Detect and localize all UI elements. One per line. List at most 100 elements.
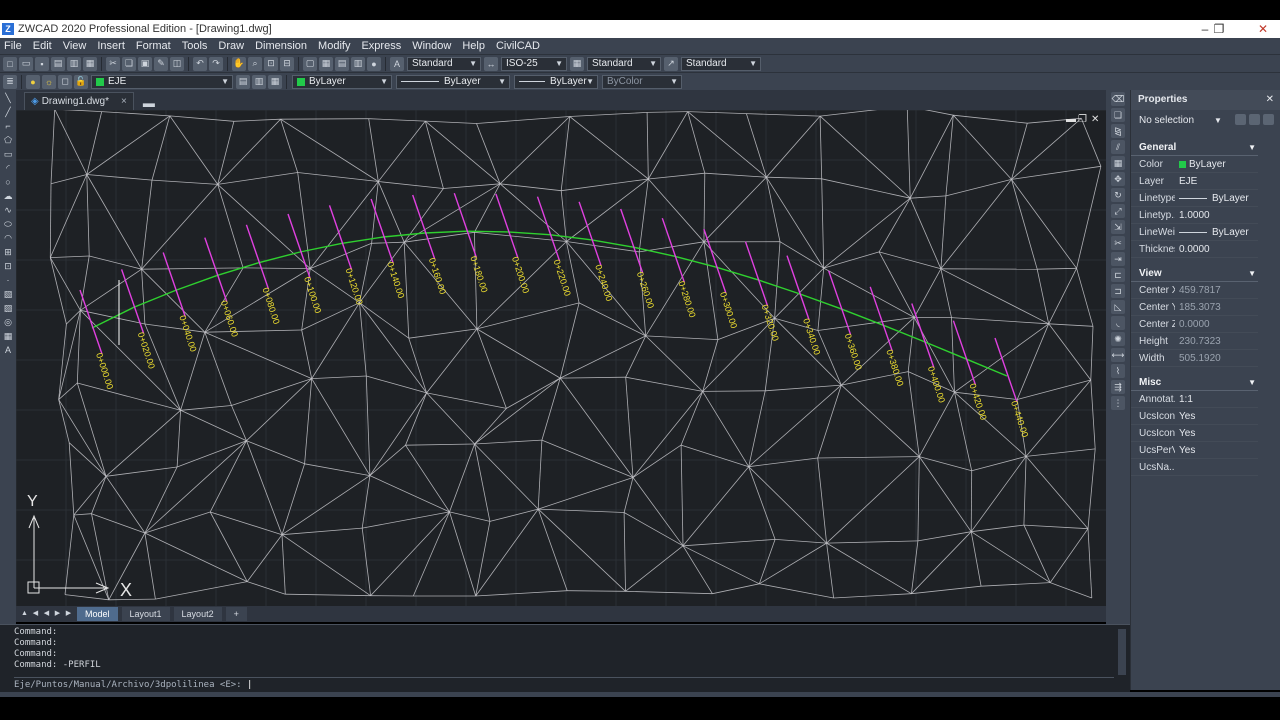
menu-civilcad[interactable]: CivilCAD — [492, 38, 547, 54]
copy-icon[interactable]: ❏ — [122, 56, 136, 71]
scroll-right-icon[interactable]: ▶ — [53, 609, 62, 619]
prop-row-ucs-icon-origin[interactable]: UcsIcon...Yes — [1131, 425, 1258, 442]
menu-file[interactable]: File — [0, 38, 29, 54]
linetype-select[interactable]: ByLayer ▼ — [396, 74, 510, 89]
move-icon[interactable]: ✥ — [1111, 172, 1125, 186]
menu-dimension[interactable]: Dimension — [251, 38, 314, 54]
mirror-icon[interactable]: ⧎ — [1111, 124, 1125, 138]
table-icon[interactable]: ▦ — [2, 330, 14, 342]
layer-manager-icon[interactable]: ≣ — [3, 74, 17, 89]
join-icon[interactable]: ⊐ — [1111, 284, 1125, 298]
color-select[interactable]: ByLayer ▼ — [292, 74, 392, 89]
fillet-icon[interactable]: ◟ — [1111, 316, 1125, 330]
explode-icon[interactable]: ✺ — [1111, 332, 1125, 346]
erase-icon[interactable]: ⌫ — [1111, 92, 1125, 106]
plot-style-select[interactable]: ByColor ▼ — [602, 74, 682, 89]
break-icon[interactable]: ⊏ — [1111, 268, 1125, 282]
menu-express[interactable]: Express — [357, 38, 408, 54]
layer-viewport-icon[interactable]: ◻ — [58, 74, 72, 89]
new-file-icon[interactable]: □ — [3, 56, 17, 71]
restore-button[interactable]: ❐ — [1204, 20, 1234, 38]
prop-row-width[interactable]: Width 505.1920 — [1131, 350, 1258, 367]
text-style-select[interactable]: Standard ▼ — [407, 56, 481, 71]
copy-object-icon[interactable]: ❏ — [1111, 108, 1125, 122]
prop-row-layer[interactable]: Layer EJE — [1131, 173, 1258, 190]
spline-icon[interactable]: ∿ — [2, 204, 14, 216]
prop-row-linetype[interactable]: Linetype ByLayer — [1131, 190, 1258, 207]
table-style-select[interactable]: Standard ▼ — [587, 56, 661, 71]
prop-row-center-z[interactable]: Center Z 0.0000 — [1131, 316, 1258, 333]
viewport-minimize-icon[interactable]: ▬ — [1066, 114, 1076, 125]
drawing-viewport[interactable]: 0+000.00 0+020.00 0+040.00 0+060.00 0+080.00… — [16, 110, 1106, 606]
menu-help[interactable]: Help — [458, 38, 492, 54]
viewport-restore-icon[interactable]: ❐ — [1078, 114, 1087, 125]
zoom-realtime-icon[interactable]: ⌕ — [248, 56, 262, 71]
menu-edit[interactable]: Edit — [29, 38, 59, 54]
gradient-icon[interactable]: ▨ — [2, 302, 14, 314]
properties-icon[interactable]: ▢ — [303, 56, 317, 71]
trim-icon[interactable]: ✂ — [1111, 236, 1125, 250]
extend-icon[interactable]: ⇥ — [1111, 252, 1125, 266]
scale-icon[interactable]: ⤢ — [1111, 204, 1125, 218]
redo-icon[interactable]: ↷ — [209, 56, 223, 71]
menu-modify[interactable]: Modify — [314, 38, 357, 54]
prop-row-ucs-name[interactable]: UcsNa... — [1131, 459, 1258, 476]
select-objects-icon[interactable] — [1249, 114, 1260, 125]
layer-select[interactable]: EJE ▼ — [91, 74, 233, 89]
prop-row-lineweight[interactable]: LineWei...ByLayer — [1131, 224, 1258, 241]
drawing-canvas[interactable]: 0+000.00 0+020.00 0+040.00 0+060.00 0+080.00… — [16, 110, 1106, 606]
construction-line-icon[interactable]: ╱ — [2, 106, 14, 118]
chamfer-icon[interactable]: ◺ — [1111, 300, 1125, 314]
block-icon[interactable]: ◫ — [170, 56, 184, 71]
layer-freeze-icon[interactable]: ☼ — [42, 74, 56, 89]
misc-section-header[interactable]: Misc ▼ — [1131, 375, 1258, 391]
toggle-pickadd-icon[interactable] — [1235, 114, 1246, 125]
offset-icon[interactable]: ⫽ — [1111, 140, 1125, 154]
scroll-left-icon[interactable]: ◀ — [42, 609, 51, 619]
rotate-icon[interactable]: ↻ — [1111, 188, 1125, 202]
help-icon[interactable]: ● — [367, 56, 381, 71]
open-file-icon[interactable]: ▭ — [19, 56, 33, 71]
new-drawing-tab-icon[interactable]: ▬ — [142, 96, 156, 110]
point-icon[interactable]: · — [2, 274, 14, 286]
zoom-previous-icon[interactable]: ⊟ — [280, 56, 294, 71]
prop-row-center-y[interactable]: Center Y 185.3073 — [1131, 299, 1258, 316]
menu-draw[interactable]: Draw — [214, 38, 251, 54]
prop-row-linetype-scale[interactable]: Linetyp...1.0000 — [1131, 207, 1258, 224]
pan-icon[interactable]: ✋ — [232, 56, 246, 71]
make-current-layer-icon[interactable]: ▤ — [236, 74, 250, 89]
close-window-button[interactable]: ✕ — [1248, 20, 1278, 38]
menu-window[interactable]: Window — [408, 38, 458, 54]
revision-cloud-icon[interactable]: ☁ — [2, 190, 14, 202]
lineweight-select[interactable]: ByLayer ▼ — [514, 74, 598, 89]
command-scrollbar[interactable] — [1118, 629, 1126, 675]
tab-layout2[interactable]: Layout2 — [173, 607, 222, 621]
divide-icon[interactable]: ⋮ — [1111, 396, 1125, 410]
scroll-last-icon[interactable]: ▶ — [64, 609, 73, 619]
save-icon[interactable]: ▪ — [35, 56, 49, 71]
tab-add-layout[interactable]: + — [225, 607, 247, 621]
viewport-close-icon[interactable]: ✕ — [1091, 114, 1099, 125]
quick-select-icon[interactable] — [1263, 114, 1274, 125]
rectangle-icon[interactable]: ▭ — [2, 148, 14, 160]
arc-icon[interactable]: ◜ — [2, 162, 14, 174]
scroll-first-icon[interactable]: ▲ — [20, 609, 29, 619]
calculator-icon[interactable]: ▥ — [351, 56, 365, 71]
publish-icon[interactable]: ▦ — [83, 56, 97, 71]
insert-block-icon[interactable]: ⊞ — [2, 246, 14, 258]
layer-lock-icon[interactable]: 🔓 — [74, 74, 88, 89]
undo-icon[interactable]: ↶ — [193, 56, 207, 71]
prop-row-thickness[interactable]: Thickness0.0000 — [1131, 241, 1258, 258]
ellipse-arc-icon[interactable]: ◠ — [2, 232, 14, 244]
menu-view[interactable]: View — [59, 38, 94, 54]
menu-insert[interactable]: Insert — [93, 38, 132, 54]
prop-row-color[interactable]: Color ByLayer — [1131, 156, 1258, 173]
tab-drawing1[interactable]: ◈ Drawing1.dwg* × — [24, 92, 134, 110]
dim-style-select[interactable]: ISO-25 ▼ — [501, 56, 567, 71]
prop-row-height[interactable]: Height 230.7323 — [1131, 333, 1258, 350]
polyline-icon[interactable]: ⌐ — [2, 120, 14, 132]
prop-row-annotation-scale[interactable]: Annotat...1:1 — [1131, 391, 1258, 408]
polygon-icon[interactable]: ⬠ — [2, 134, 14, 146]
circle-icon[interactable]: ○ — [2, 176, 14, 188]
cut-icon[interactable]: ✂ — [106, 56, 120, 71]
